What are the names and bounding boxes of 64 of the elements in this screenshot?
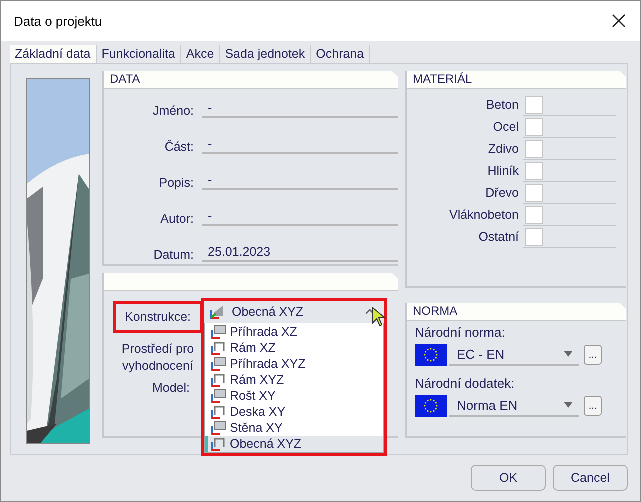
checkbox-label: Zdivo [487, 142, 520, 156]
dropdown-option[interactable]: Příhrada XZ [205, 324, 383, 340]
structure-icon [208, 304, 226, 320]
checkbox-label: Ostatní [478, 230, 520, 244]
checkbox[interactable] [525, 228, 543, 246]
field-label: Jméno: [152, 104, 194, 118]
close-icon[interactable] [612, 14, 626, 28]
caret-icon[interactable] [366, 309, 374, 315]
panel-title: MATERIÁL [413, 72, 472, 86]
more-button[interactable]: ... [584, 345, 602, 365]
caret-icon[interactable] [564, 351, 573, 357]
input-field[interactable]: - [202, 101, 398, 118]
dropdown-option[interactable]: Deska XY [205, 404, 383, 420]
dropdown-option[interactable]: Stěna XY [205, 420, 383, 436]
field-label: Národní norma: [415, 325, 506, 340]
structure-icon [209, 356, 227, 372]
field-label: Část: [164, 140, 194, 154]
dropdown-option[interactable]: Obecná XYZ [205, 436, 383, 452]
checkbox[interactable] [525, 118, 543, 136]
dialog-button[interactable]: Cancel [553, 465, 628, 491]
input-field[interactable]: - [202, 173, 398, 190]
panel-title: NORMA [413, 304, 458, 318]
field-label: Popis: [158, 176, 194, 190]
structure-icon [209, 324, 227, 340]
panel-title: DATA [110, 72, 140, 86]
field-label: Prostředí pro vyhodnocení [120, 341, 196, 375]
checkbox-label: Dřevo [484, 186, 520, 200]
flag-icon [415, 344, 447, 366]
structure-icon [209, 388, 227, 404]
dropdown-option[interactable]: Rám XZ [205, 340, 383, 356]
field-label: Model: [151, 381, 190, 395]
input-field[interactable]: - [202, 137, 398, 154]
structure-icon [209, 420, 227, 436]
checkbox-label: Ocel [492, 120, 520, 134]
dropdown[interactable]: EC - EN [449, 344, 579, 366]
dropdown-option[interactable]: Rám XYZ [205, 372, 383, 388]
input-field[interactable]: 25.01.2023 [202, 245, 398, 262]
more-button[interactable]: ... [584, 396, 602, 416]
dialog-button[interactable]: OK [471, 465, 546, 491]
field-label: Datum: [152, 248, 194, 262]
flag-icon [415, 395, 447, 417]
input-field[interactable]: - [202, 209, 398, 226]
structure-icon [209, 436, 227, 452]
checkbox[interactable] [525, 140, 543, 158]
checkbox[interactable] [525, 206, 543, 224]
checkbox-label: Hliník [486, 164, 520, 178]
checkbox[interactable] [525, 184, 543, 202]
dropdown[interactable]: Norma EN [449, 396, 579, 416]
checkbox-label: Beton [485, 98, 520, 112]
tab[interactable]: Základní data [10, 45, 97, 63]
dropdown-option[interactable]: Příhrada XYZ [205, 356, 383, 372]
dropdown-option[interactable]: Rošt XY [205, 388, 383, 404]
structure-icon [209, 404, 227, 420]
window-title: Data o projektu [14, 14, 102, 28]
field-label: Autor: [160, 212, 194, 226]
checkbox[interactable] [525, 96, 543, 114]
structure-icon [209, 340, 227, 356]
field-label: Národní dodatek: [415, 376, 516, 391]
cursor-icon [372, 307, 386, 327]
checkbox-label: Vláknobeton [448, 208, 520, 222]
caret-icon[interactable] [564, 402, 573, 408]
construction-dropdown[interactable]: Obecná XYZ [204, 301, 384, 323]
structure-icon [209, 372, 227, 388]
checkbox[interactable] [525, 162, 543, 180]
